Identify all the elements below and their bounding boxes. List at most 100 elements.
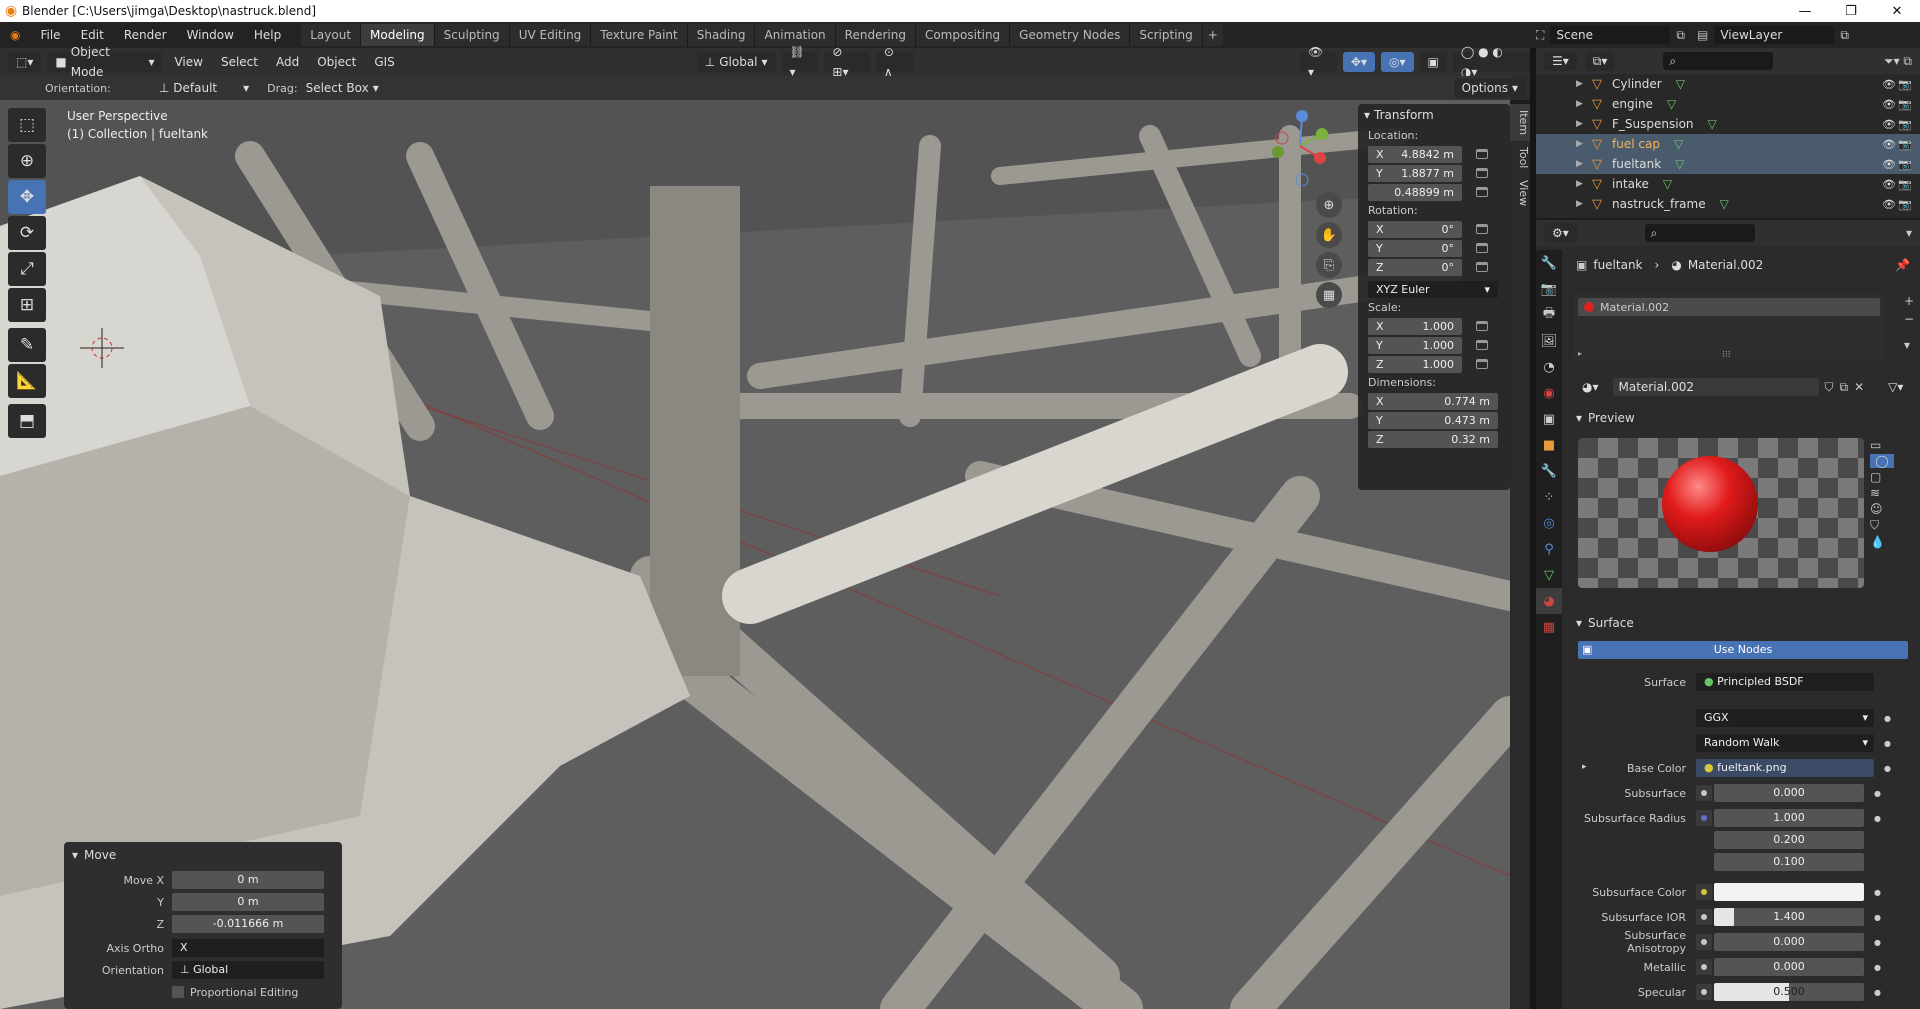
outliner-item[interactable]: ▶ ▽ intake ▽ 👁 📷 xyxy=(1536,174,1920,194)
menu-file[interactable]: File xyxy=(30,28,70,42)
editor-type-icon[interactable]: ☰▾ xyxy=(1544,51,1577,71)
tab-scripting[interactable]: Scripting xyxy=(1130,24,1203,46)
render-camera-icon[interactable]: 📷 xyxy=(1898,78,1912,91)
outliner-item[interactable]: ▶ ▽ fueltank ▽ 👁 📷 xyxy=(1536,154,1920,174)
cloth-preview-icon[interactable]: ⛉ xyxy=(1870,518,1894,533)
proportional-edit-toggle[interactable]: ⊙ ∧ xyxy=(875,45,915,79)
tab-texture-paint[interactable]: Texture Paint xyxy=(591,24,688,46)
location-y-field[interactable]: Y 1.8877 m xyxy=(1368,164,1462,182)
view-layer-tab-icon[interactable]: 🖼 xyxy=(1536,328,1562,354)
cube-preview-icon[interactable]: ▢ xyxy=(1870,470,1894,484)
view-layer-selector[interactable]: ViewLayer xyxy=(1714,26,1835,44)
scale-x-field[interactable]: X 1.000 xyxy=(1368,317,1462,335)
dimensions-z-field[interactable]: Z 0.32 m xyxy=(1368,430,1498,448)
socket-icon[interactable] xyxy=(1696,785,1712,801)
keyframe-dot-icon[interactable]: ● xyxy=(1874,789,1881,798)
pin-icon[interactable]: 📌 xyxy=(1895,258,1910,272)
render-camera-icon[interactable]: 📷 xyxy=(1898,178,1912,191)
scene-selector[interactable]: Scene xyxy=(1550,26,1671,44)
eye-icon[interactable]: 👁 xyxy=(1882,138,1896,151)
tool-tab-icon[interactable]: 🔧 xyxy=(1536,250,1562,276)
editor-type-icon[interactable]: ⚙▾ xyxy=(1544,223,1577,243)
outliner-item[interactable]: ▶ ▽ engine ▽ 👁 📷 xyxy=(1536,94,1920,114)
specular-field[interactable]: 0.500 xyxy=(1714,983,1864,1001)
snap-toggle[interactable]: ⊘ ⊞▾ xyxy=(824,45,870,79)
material-tab-icon[interactable]: ◕ xyxy=(1536,588,1562,614)
move-z-field[interactable]: -0.011666 m xyxy=(172,915,324,933)
zoom-icon[interactable]: ⊕ xyxy=(1316,192,1342,218)
cursor-tool[interactable]: ⊕ xyxy=(8,144,46,178)
subsurface-radius-z-field[interactable]: 0.100 xyxy=(1714,853,1864,871)
lock-icon[interactable] xyxy=(1476,340,1488,350)
scale-z-field[interactable]: Z 1.000 xyxy=(1368,355,1462,373)
menu-render[interactable]: Render xyxy=(114,28,177,42)
menu-add[interactable]: Add xyxy=(270,55,305,69)
subsurface-radius-x-field[interactable]: 1.000 xyxy=(1714,809,1864,827)
copy-scene-icon[interactable]: ⧉ xyxy=(1676,28,1685,43)
menu-window[interactable]: Window xyxy=(177,28,244,42)
display-mode-icon[interactable]: ⧉▾ xyxy=(1584,51,1616,71)
move-tool[interactable]: ✥ xyxy=(8,180,46,214)
keyframe-dot-icon[interactable]: ● xyxy=(1884,714,1891,723)
add-workspace-button[interactable]: + xyxy=(1202,24,1223,46)
tab-compositing[interactable]: Compositing xyxy=(915,24,1011,46)
world-tab-icon[interactable]: ◉ xyxy=(1536,380,1562,406)
options-button[interactable]: Options ▾ xyxy=(1453,78,1526,98)
expand-icon[interactable]: ▶ xyxy=(1576,139,1592,149)
outliner-search-input[interactable]: ⌕ xyxy=(1663,52,1774,70)
rotation-y-field[interactable]: Y 0° xyxy=(1368,239,1462,257)
add-cube-tool[interactable]: ⬒ xyxy=(8,404,46,438)
remove-slot-icon[interactable]: − xyxy=(1904,312,1914,326)
expand-icon[interactable]: ▶ xyxy=(1576,99,1592,109)
rotation-z-field[interactable]: Z 0° xyxy=(1368,258,1462,276)
render-camera-icon[interactable]: 📷 xyxy=(1898,158,1912,171)
keyframe-dot-icon[interactable]: ● xyxy=(1874,814,1881,823)
output-tab-icon[interactable]: 🖶 xyxy=(1536,302,1562,328)
editor-type-icon[interactable]: ⬚▾ xyxy=(8,52,42,72)
eye-icon[interactable]: 👁 xyxy=(1882,78,1896,91)
move-x-field[interactable]: 0 m xyxy=(172,871,324,889)
render-camera-icon[interactable]: 📷 xyxy=(1898,98,1912,111)
transform-orientation-selector[interactable]: ⊥ Global ▾ xyxy=(696,52,776,72)
socket-icon[interactable] xyxy=(1696,909,1712,925)
collection-tab-icon[interactable]: ▣ xyxy=(1536,406,1562,432)
constraints-tab-icon[interactable]: ⚲ xyxy=(1536,536,1562,562)
copy-view-layer-icon[interactable]: ⧉ xyxy=(1840,28,1849,43)
outliner-item[interactable]: ▶ ▽ Cylinder ▽ 👁 📷 xyxy=(1536,74,1920,94)
subsurface-anisotropy-field[interactable]: 0.000 xyxy=(1714,933,1864,951)
keyframe-dot-icon[interactable]: ● xyxy=(1884,739,1891,748)
location-x-field[interactable]: X 4.8842 m xyxy=(1368,145,1462,163)
subsurface-ior-field[interactable]: 1.400 xyxy=(1714,908,1864,926)
visibility-button[interactable]: 👁▾ xyxy=(1300,45,1337,79)
expand-icon[interactable]: ▸ xyxy=(1578,349,1582,358)
proportional-checkbox[interactable] xyxy=(172,986,184,998)
material-slot[interactable]: Material.002 xyxy=(1578,298,1880,316)
material-name-field[interactable]: Material.002 xyxy=(1612,378,1819,396)
tab-shading[interactable]: Shading xyxy=(687,24,756,46)
preview-section-header[interactable]: ▾ Preview xyxy=(1568,405,1635,431)
keyframe-dot-icon[interactable]: ● xyxy=(1874,963,1881,972)
plane-preview-icon[interactable]: ▭ xyxy=(1870,438,1894,452)
fake-user-icon[interactable]: ⛉ xyxy=(1825,380,1834,395)
mode-selector[interactable]: ■ Object Mode ▾ xyxy=(47,45,163,79)
data-tab-icon[interactable]: ▽ xyxy=(1536,562,1562,588)
gizmo-toggle[interactable]: ✥▾ xyxy=(1342,52,1375,72)
rotation-mode-selector[interactable]: XYZ Euler ▾ xyxy=(1368,280,1498,298)
tab-uv-editing[interactable]: UV Editing xyxy=(509,24,592,46)
overlay-toggle[interactable]: ◎▾ xyxy=(1381,52,1414,72)
tab-layout[interactable]: Layout xyxy=(301,24,362,46)
outliner-item[interactable]: ▶ ▽ fuel cap ▽ 👁 📷 xyxy=(1536,134,1920,154)
menu-view[interactable]: View xyxy=(168,55,208,69)
expand-icon[interactable]: ▶ xyxy=(1576,199,1592,209)
rotate-tool[interactable]: ⟳ xyxy=(8,216,46,250)
eye-icon[interactable]: 👁 xyxy=(1882,118,1896,131)
node-tree-icon[interactable]: ▽▾ xyxy=(1880,377,1912,397)
menu-object[interactable]: Object xyxy=(311,55,362,69)
pivot-point-button[interactable]: ⛓▾ xyxy=(781,45,819,79)
scale-tool[interactable]: ⤢ xyxy=(8,252,46,286)
chevron-down-icon[interactable]: ▾ xyxy=(1906,226,1912,240)
menu-select[interactable]: Select xyxy=(215,55,264,69)
object-tab-icon[interactable]: ■ xyxy=(1536,432,1562,458)
fluid-preview-icon[interactable]: 💧 xyxy=(1870,535,1894,549)
expand-icon[interactable]: ▶ xyxy=(1576,159,1592,169)
